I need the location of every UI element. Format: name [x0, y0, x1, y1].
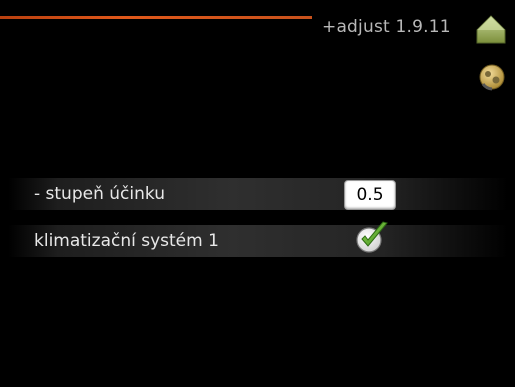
- menu-title: +adjust 1.9.11: [322, 17, 451, 37]
- row-label: klimatizační systém 1: [34, 231, 219, 251]
- checkmark-icon[interactable]: [353, 220, 391, 254]
- menu-row-efficiency[interactable]: - stupeň účinku 0.5: [8, 178, 508, 210]
- row-label: - stupeň účinku: [34, 184, 165, 204]
- home-icon[interactable]: [474, 12, 508, 46]
- settings-icon[interactable]: [477, 62, 507, 92]
- menu-row-climate-system[interactable]: klimatizační systém 1: [8, 221, 508, 257]
- title-divider-line: [0, 16, 312, 19]
- efficiency-value-field[interactable]: 0.5: [344, 180, 396, 210]
